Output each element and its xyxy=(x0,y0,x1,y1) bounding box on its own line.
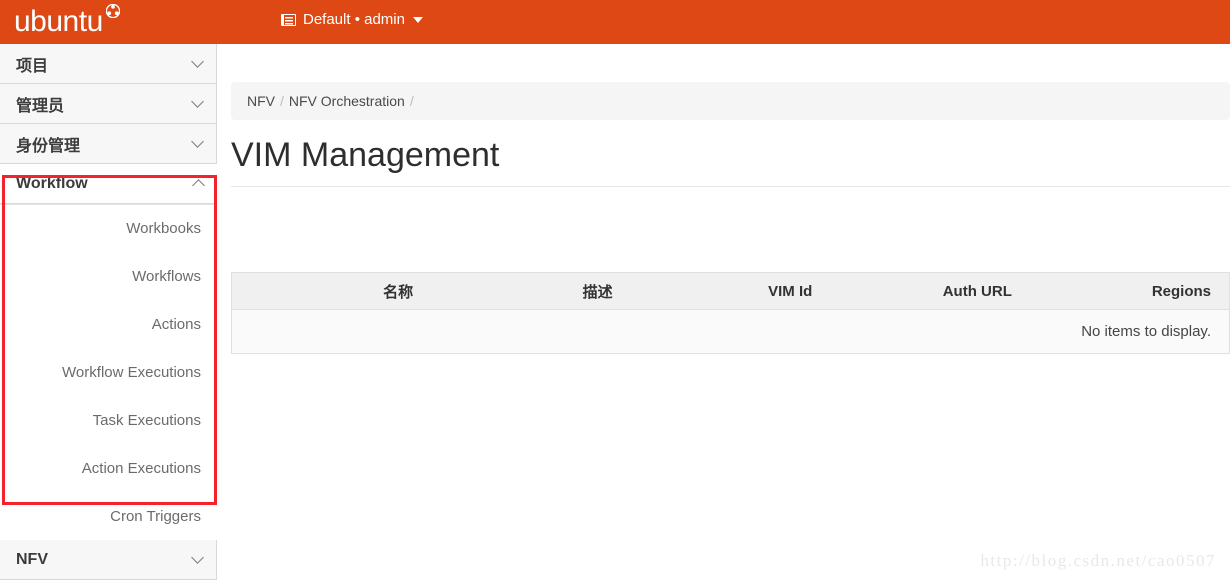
sidebar-item-task-executions[interactable]: Task Executions xyxy=(0,396,217,444)
empty-message: No items to display. xyxy=(231,309,1230,354)
sidebar-item-label: 项目 xyxy=(16,57,49,75)
table-body: No items to display. xyxy=(231,309,1230,354)
chevron-down-icon xyxy=(191,135,204,148)
sidebar-item-label: Workbooks xyxy=(126,220,201,237)
column-header-auth-url[interactable]: Auth URL xyxy=(830,272,1030,310)
main-content: NFV / NFV Orchestration / VIM Management… xyxy=(217,44,1230,581)
chevron-up-icon xyxy=(192,178,205,192)
watermark: http://blog.csdn.net/cao0507 xyxy=(980,551,1216,570)
sidebar-item-nfv[interactable]: NFV xyxy=(0,540,217,580)
sidebar-item-label: 身份管理 xyxy=(16,137,81,155)
sidebar-item-label: Workflow xyxy=(16,174,88,192)
caret-down-icon xyxy=(412,16,423,23)
chevron-down-icon xyxy=(191,55,204,68)
vim-table: 名称 描述 VIM Id Auth URL Regions No items t… xyxy=(231,272,1230,354)
sidebar-section-projects: 项目 xyxy=(0,44,217,84)
sidebar-item-label: Task Executions xyxy=(92,411,201,429)
sidebar-item-label: Action Executions xyxy=(81,459,201,477)
sidebar-section-nfv: NFV xyxy=(0,540,217,580)
sidebar-item-workflows[interactable]: Workflows xyxy=(0,252,217,300)
column-header-description[interactable]: 描述 xyxy=(431,272,631,310)
sidebar-navigation: 项目 管理员 身份管理 Workflow Workbooks Workflows xyxy=(0,44,217,581)
breadcrumb-separator: / xyxy=(280,93,284,109)
title-divider xyxy=(231,186,1230,187)
sidebar-section-workflow: Workflow Workbooks Workflows Actions Wor… xyxy=(0,164,217,540)
breadcrumb-item-nfv-orchestration[interactable]: NFV Orchestration xyxy=(289,93,405,109)
sidebar-item-label: 管理员 xyxy=(16,97,65,115)
context-switcher[interactable]: Default • admin xyxy=(281,11,423,28)
sidebar-item-action-executions[interactable]: Action Executions xyxy=(0,444,217,492)
sidebar-submenu-workflow: Workbooks Workflows Actions Workflow Exe… xyxy=(0,204,217,540)
table-header-row: 名称 描述 VIM Id Auth URL Regions xyxy=(231,272,1230,310)
ubuntu-circle-of-friends-icon xyxy=(105,4,120,18)
column-header-name[interactable]: 名称 xyxy=(231,272,432,310)
sidebar-item-actions[interactable]: Actions xyxy=(0,300,217,348)
column-header-regions[interactable]: Regions xyxy=(1029,272,1230,310)
top-navigation-bar: ubuntu Default • admin xyxy=(0,0,1230,44)
column-header-vim-id[interactable]: VIM Id xyxy=(630,272,831,310)
breadcrumb-item-nfv[interactable]: NFV xyxy=(247,93,275,109)
sidebar-item-label: Workflow Executions xyxy=(62,363,201,381)
chevron-down-icon xyxy=(191,95,204,108)
sidebar-item-admin[interactable]: 管理员 xyxy=(0,84,217,124)
sidebar-item-label: NFV xyxy=(16,550,48,568)
brand-text: ubuntu xyxy=(14,5,103,38)
sidebar-item-label: Cron Triggers xyxy=(110,507,201,525)
sidebar-item-workflow[interactable]: Workflow xyxy=(0,164,217,204)
breadcrumb-separator: / xyxy=(409,93,414,109)
sidebar-item-projects[interactable]: 项目 xyxy=(0,44,217,84)
list-icon xyxy=(281,13,296,26)
page-title: VIM Management xyxy=(231,136,500,174)
breadcrumb: NFV / NFV Orchestration / xyxy=(231,82,1230,120)
context-switcher-label: Default • admin xyxy=(303,11,405,28)
sidebar-item-label: Workflows xyxy=(132,267,201,285)
ubuntu-logo[interactable]: ubuntu xyxy=(14,4,120,38)
sidebar-item-identity[interactable]: 身份管理 xyxy=(0,124,217,164)
sidebar-section-admin: 管理员 xyxy=(0,84,217,124)
table-header: 名称 描述 VIM Id Auth URL Regions xyxy=(231,272,1230,310)
sidebar-item-workflow-executions[interactable]: Workflow Executions xyxy=(0,348,217,396)
table-empty-row: No items to display. xyxy=(231,309,1230,354)
sidebar-item-label: Actions xyxy=(151,315,201,333)
sidebar-item-workbooks[interactable]: Workbooks xyxy=(0,204,217,252)
chevron-down-icon xyxy=(191,551,204,564)
sidebar-item-cron-triggers[interactable]: Cron Triggers xyxy=(0,492,217,540)
sidebar-section-identity: 身份管理 xyxy=(0,124,217,164)
